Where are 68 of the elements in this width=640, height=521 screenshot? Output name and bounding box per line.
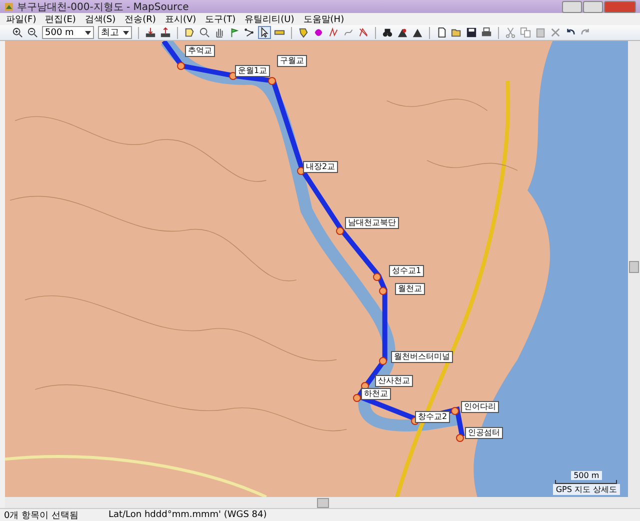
menu-item[interactable]: 전송(R): [124, 12, 156, 26]
waypoint-label: 남대천교북단: [345, 217, 399, 229]
vertical-scrollbar[interactable]: [628, 41, 640, 508]
selection-status: 0개 항목이 선택됨: [4, 510, 78, 521]
zoom-in-icon[interactable]: [12, 27, 23, 38]
waypoint-label: 내장2교: [303, 161, 338, 173]
window-title: 부구남대천-000-지형도 - MapSource: [17, 0, 190, 14]
route-tool-icon[interactable]: [244, 27, 255, 38]
waypoint-marker[interactable]: [373, 273, 381, 281]
menu-item[interactable]: 유틸리티(U): [244, 12, 294, 26]
hand-icon[interactable]: [214, 27, 225, 38]
map-name-label: GPS 지도 상세도: [552, 484, 620, 495]
menu-item[interactable]: 파일(F): [6, 12, 36, 26]
dropdown-arrow-icon: [123, 30, 129, 34]
dropdown-arrow-icon: [85, 30, 91, 34]
waypoint-label: 창수교2: [415, 411, 450, 423]
detail-dropdown[interactable]: 최고: [98, 26, 132, 39]
waypoint-marker[interactable]: [177, 62, 185, 70]
coordinate-format: Lat/Lon hddd°mm.mmm' (WGS 84): [108, 510, 267, 520]
waypoint-label: 인공섬터: [465, 427, 503, 439]
minimize-button[interactable]: [562, 0, 582, 12]
waypoint-label: 운월1교: [235, 65, 270, 77]
track-icon[interactable]: [328, 27, 339, 38]
receive-icon[interactable]: [145, 27, 156, 38]
menu-item[interactable]: 검색(S): [84, 12, 116, 26]
paste-icon[interactable]: [535, 27, 546, 38]
delete-icon[interactable]: [550, 27, 561, 38]
zoom-scale-dropdown[interactable]: 500 m: [42, 26, 94, 39]
waypoint-label: 인어다리: [461, 401, 499, 413]
send-icon[interactable]: [160, 27, 171, 38]
open-folder-icon[interactable]: [451, 27, 462, 38]
waypoint-icon[interactable]: [298, 27, 309, 38]
menu-item[interactable]: 도구(T): [205, 12, 236, 26]
new-file-icon[interactable]: [436, 27, 447, 38]
menu-item[interactable]: 편집(E): [45, 12, 76, 26]
curve-icon[interactable]: [343, 27, 354, 38]
pointer-icon[interactable]: [259, 27, 270, 38]
waypoint-marker[interactable]: [336, 227, 344, 235]
close-button[interactable]: [604, 0, 636, 12]
waypoint-marker[interactable]: [268, 77, 276, 85]
app-icon: [4, 2, 14, 12]
waypoint-marker[interactable]: [353, 394, 361, 402]
print-icon[interactable]: [481, 27, 492, 38]
crossed-track-icon[interactable]: [358, 27, 369, 38]
waypoint-label: 추억교: [185, 45, 215, 57]
menu-item[interactable]: 표시(V): [164, 12, 196, 26]
scale-label: 500 m: [570, 471, 602, 480]
waypoint-label: 성수교1: [389, 265, 424, 277]
binoculars-icon[interactable]: [382, 27, 393, 38]
copy-icon[interactable]: [520, 27, 531, 38]
waypoint-label: 월천버스터미널: [391, 351, 453, 363]
waypoint-label: 하천교: [361, 388, 391, 400]
waypoint-label: 산사천교: [375, 375, 413, 387]
waypoint-marker[interactable]: [451, 407, 459, 415]
cut-icon[interactable]: [505, 27, 516, 38]
waypoint-marker[interactable]: [379, 357, 387, 365]
waypoint-label: 월천교: [395, 283, 425, 295]
horizontal-scrollbar[interactable]: [5, 497, 628, 508]
ruler-icon[interactable]: [274, 27, 285, 38]
save-icon[interactable]: [466, 27, 477, 38]
zoom-tool-icon[interactable]: [199, 27, 210, 38]
waypoint-marker[interactable]: [379, 287, 387, 295]
flag-icon[interactable]: [229, 27, 240, 38]
menu-item[interactable]: 도움말(H): [303, 12, 344, 26]
zoom-out-icon[interactable]: [27, 27, 38, 38]
maximize-button[interactable]: [583, 0, 603, 12]
waypoint-label: 구월교: [277, 55, 307, 67]
waypoint-marker[interactable]: [456, 434, 464, 442]
